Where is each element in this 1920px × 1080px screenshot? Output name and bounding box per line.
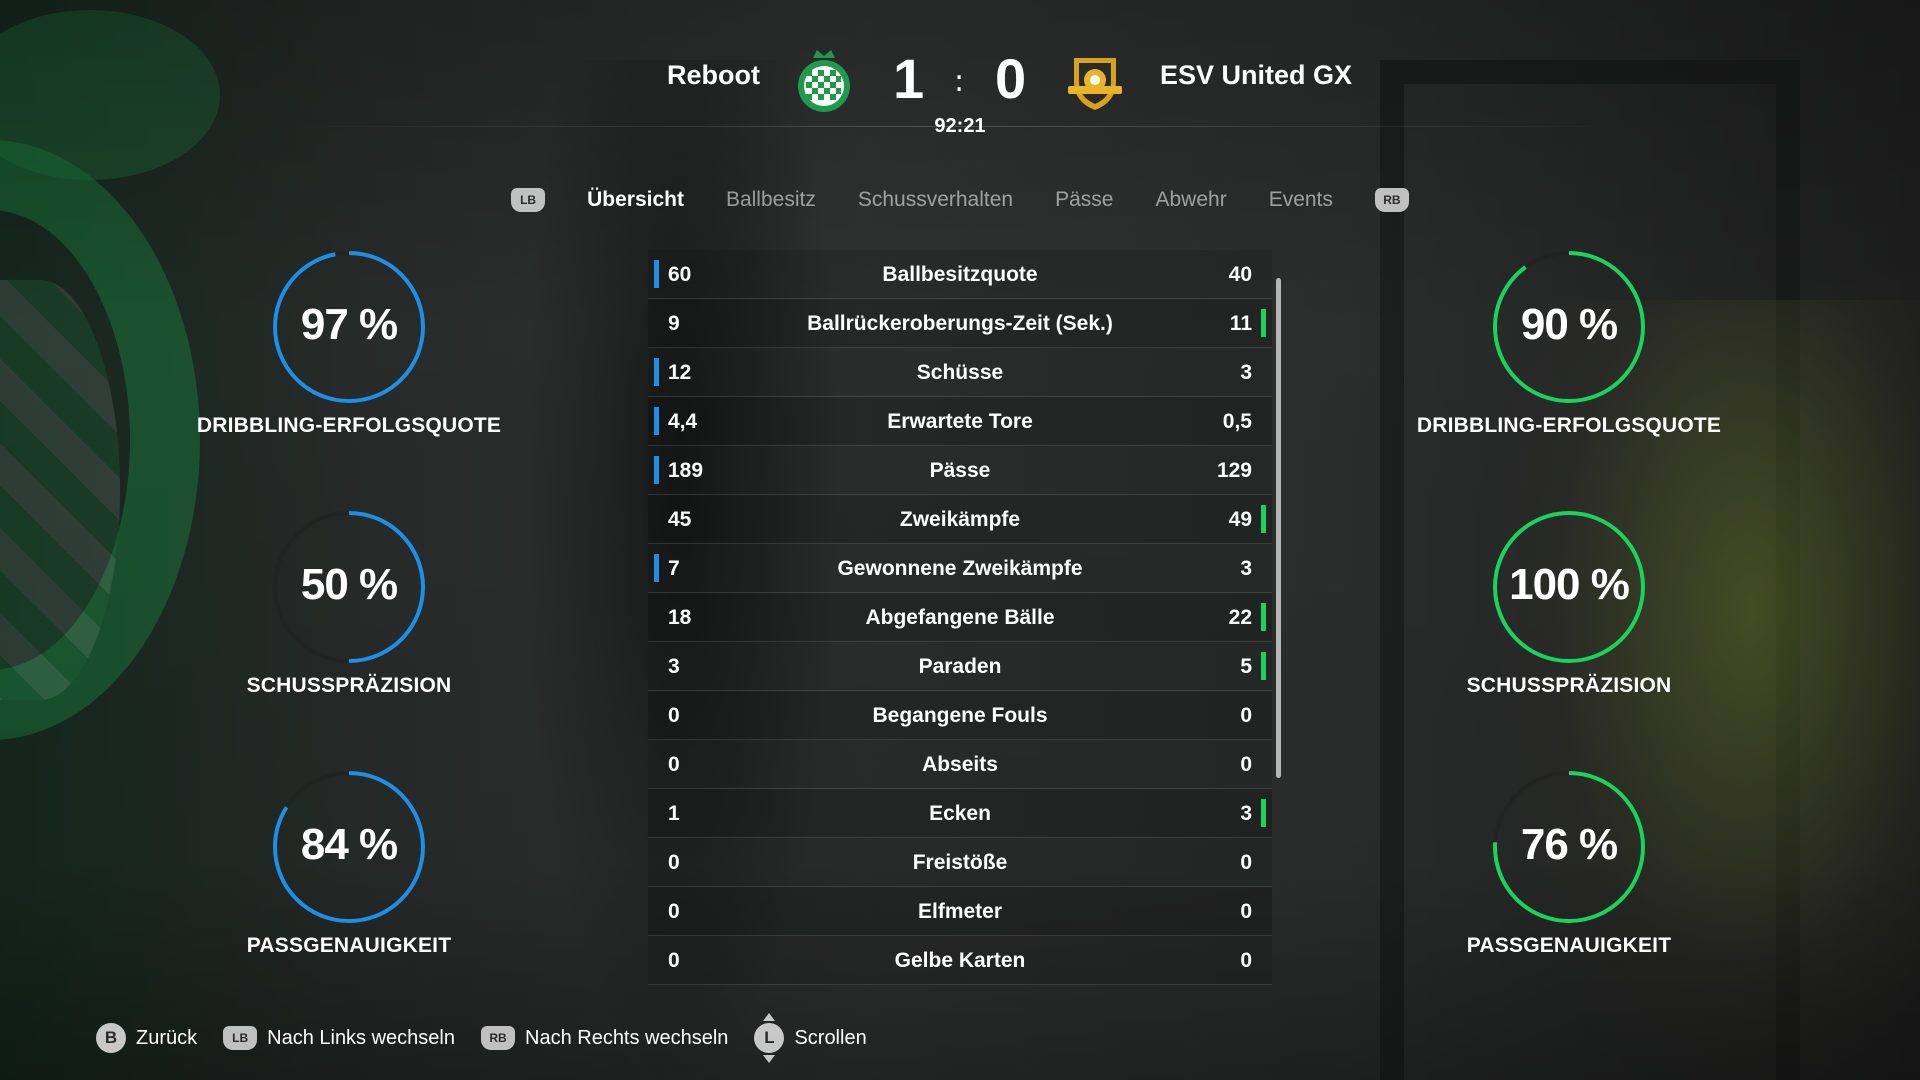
stat-label: Erwartete Tore <box>887 410 1033 433</box>
switch-right-label: Nach Rechts wechseln <box>525 1026 729 1049</box>
stat-row: 1 Ecken 3 <box>648 789 1272 838</box>
stat-label: Begangene Fouls <box>872 704 1048 727</box>
lb-bumper-icon[interactable]: LB <box>511 188 546 212</box>
stat-row: 45 Zweikämpfe 49 <box>648 495 1272 544</box>
stat-label: Gelbe Karten <box>894 949 1026 972</box>
stats-table[interactable]: 60 Ballbesitzquote 40 9 Ballrückeroberungs-Z… <box>648 250 1272 985</box>
lb-button-icon: LB <box>223 1026 258 1050</box>
stat-away-value: 3 <box>1240 802 1252 825</box>
stat-label: Elfmeter <box>917 900 1003 923</box>
stat-label: Paraden <box>918 655 1002 678</box>
stat-label: Ballbesitzquote <box>882 263 1038 286</box>
stat-row: 0 Begangene Fouls 0 <box>648 691 1272 740</box>
tab-schussverhalten[interactable]: Schussverhalten <box>858 188 1013 212</box>
stat-row: 4,4 Erwartete Tore 0,5 <box>648 397 1272 446</box>
scoreboard: Reboot 1 : 0 ESV United GX 92:21 <box>0 40 1920 150</box>
stat-row: 0 Elfmeter 0 <box>648 887 1272 936</box>
stats-tabs: LB Übersicht Ballbesitz Schussverhalten … <box>0 183 1920 217</box>
gauge-value: 90 % <box>1520 300 1618 349</box>
stat-away-value: 0 <box>1240 704 1252 727</box>
tab-abwehr[interactable]: Abwehr <box>1155 188 1226 212</box>
controls-footer: B Zurück LB Nach Links wechseln RB Nach … <box>96 1013 867 1063</box>
stat-label: Ballrückeroberungs-Zeit (Sek.) <box>807 312 1113 335</box>
gauge-value: 76 % <box>1520 820 1618 869</box>
stat-away-value: 3 <box>1240 361 1252 384</box>
stat-row: 7 Gewonnene Zweikämpfe 3 <box>648 544 1272 593</box>
stat-label: Pässe <box>929 459 991 482</box>
stat-away-value: 0 <box>1240 851 1252 874</box>
gauge-label: SCHUSSPRÄZISION <box>246 674 452 697</box>
green-checkered-crest-icon <box>798 50 850 112</box>
stat-away-value: 49 <box>1228 508 1252 531</box>
stat-label: Abgefangene Bälle <box>865 606 1055 629</box>
stat-row: 189 Pässe 129 <box>648 446 1272 495</box>
stat-away-value: 0 <box>1240 949 1252 972</box>
gauge-value: 50 % <box>300 560 398 609</box>
stat-away-value: 40 <box>1228 263 1252 286</box>
rb-bumper-icon[interactable]: RB <box>1374 188 1409 212</box>
stat-label: Freistöße <box>912 851 1008 874</box>
stat-row: 60 Ballbesitzquote 40 <box>648 250 1272 299</box>
gauge-label: SCHUSSPRÄZISION <box>1466 674 1672 697</box>
stat-away-value: 11 <box>1229 312 1252 335</box>
gauge-label: DRIBBLING-ERFOLGSQUOTE <box>196 414 502 437</box>
stat-away-value: 129 <box>1216 459 1252 482</box>
score-separator: : <box>954 64 965 99</box>
stat-label: Zweikämpfe <box>899 508 1021 531</box>
stat-away-value: 0 <box>1240 900 1252 923</box>
switch-left-hint[interactable]: LB Nach Links wechseln <box>223 1026 455 1050</box>
b-button-icon: B <box>96 1023 126 1053</box>
gold-shield-crest-icon <box>1068 58 1122 110</box>
away-gauge-passing: 76 % PASSGENAUIGKEIT <box>1409 770 1729 970</box>
stat-row: 9 Ballrückeroberungs-Zeit (Sek.) 11 <box>648 299 1272 348</box>
rb-button-icon: RB <box>481 1026 515 1050</box>
tab-events[interactable]: Events <box>1269 188 1333 212</box>
gauge-label: DRIBBLING-ERFOLGSQUOTE <box>1416 414 1722 437</box>
home-gauge-dribbling: 97 % DRIBBLING-ERFOLGSQUOTE <box>189 250 509 450</box>
away-team-name: ESV United GX <box>1160 60 1353 90</box>
scrollbar[interactable] <box>1276 278 1281 778</box>
tab-uebersicht[interactable]: Übersicht <box>587 188 684 212</box>
stat-away-value: 3 <box>1240 557 1252 580</box>
back-hint[interactable]: B Zurück <box>96 1023 197 1053</box>
stat-away-value: 22 <box>1228 606 1252 629</box>
switch-right-hint[interactable]: RB Nach Rechts wechseln <box>481 1026 728 1050</box>
home-gauge-shooting: 50 % SCHUSSPRÄZISION <box>189 510 509 710</box>
stat-row: 0 Gelbe Karten 0 <box>648 936 1272 985</box>
match-clock: 92:21 <box>934 115 986 137</box>
gauge-label: PASSGENAUIGKEIT <box>246 934 452 957</box>
stat-label: Gewonnene Zweikämpfe <box>837 557 1083 580</box>
stat-row: 0 Abseits 0 <box>648 740 1272 789</box>
tab-ballbesitz[interactable]: Ballbesitz <box>726 188 816 212</box>
left-stick-icon: L <box>754 1013 785 1063</box>
back-label: Zurück <box>136 1026 198 1049</box>
scroll-hint[interactable]: L Scrollen <box>754 1013 867 1063</box>
gauge-value: 97 % <box>300 300 398 349</box>
tab-paesse[interactable]: Pässe <box>1055 188 1113 212</box>
stat-label: Schüsse <box>916 361 1004 384</box>
gauge-value: 84 % <box>300 820 398 869</box>
home-score: 1 <box>893 47 925 110</box>
away-gauge-dribbling: 90 % DRIBBLING-ERFOLGSQUOTE <box>1409 250 1729 450</box>
stat-row: 18 Abgefangene Bälle 22 <box>648 593 1272 642</box>
stat-away-value: 0,5 <box>1222 410 1252 433</box>
switch-left-label: Nach Links wechseln <box>267 1026 455 1049</box>
home-team-name: Reboot <box>667 60 760 90</box>
gauge-label: PASSGENAUIGKEIT <box>1466 934 1672 957</box>
stat-label: Abseits <box>922 753 998 776</box>
stat-label: Ecken <box>929 802 991 825</box>
stat-away-value: 0 <box>1240 753 1252 776</box>
stat-away-value: 5 <box>1240 655 1252 678</box>
stat-row: 12 Schüsse 3 <box>648 348 1272 397</box>
gauge-value: 100 % <box>1509 560 1630 609</box>
away-score: 0 <box>995 47 1027 110</box>
home-gauge-passing: 84 % PASSGENAUIGKEIT <box>189 770 509 970</box>
stat-row: 0 Freistöße 0 <box>648 838 1272 887</box>
stat-row: 3 Paraden 5 <box>648 642 1272 691</box>
scroll-label: Scrollen <box>794 1026 867 1049</box>
away-gauge-shooting: 100 % SCHUSSPRÄZISION <box>1409 510 1729 710</box>
